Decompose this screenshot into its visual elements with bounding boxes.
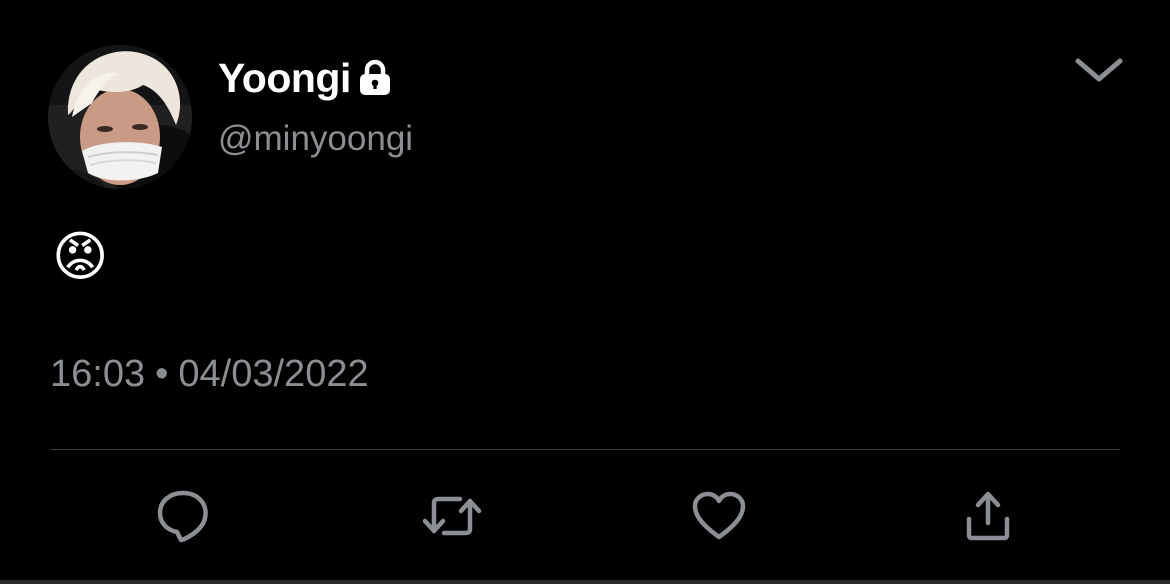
bottom-edge xyxy=(0,580,1170,584)
tweet-text: 😡 xyxy=(52,227,109,287)
author-name-row: Yoongi xyxy=(218,52,413,104)
share-button[interactable] xyxy=(956,484,1020,548)
retweet-button[interactable] xyxy=(420,484,484,548)
display-name[interactable]: Yoongi xyxy=(218,52,351,104)
reply-button[interactable] xyxy=(151,484,215,548)
tweet-time: 16:03 xyxy=(50,353,146,395)
avatar[interactable] xyxy=(48,45,192,189)
lock-icon xyxy=(357,58,393,98)
share-icon xyxy=(966,491,1010,541)
divider xyxy=(50,449,1120,450)
more-options-button[interactable] xyxy=(1070,50,1128,90)
chevron-down-icon xyxy=(1075,58,1123,82)
handle[interactable]: @minyoongi xyxy=(218,117,413,161)
heart-icon xyxy=(692,491,746,540)
avatar-photo xyxy=(48,45,192,189)
retweet-icon xyxy=(422,496,482,536)
tweet-author: Yoongi @minyoongi xyxy=(218,52,413,161)
reply-bubble-icon xyxy=(157,490,208,543)
tweet-detail: Yoongi @minyoongi 😡 16:03 • 04/03/2022 xyxy=(0,0,1170,584)
tweet-date: 04/03/2022 xyxy=(178,353,369,395)
tweet-timestamp: 16:03 • 04/03/2022 xyxy=(50,351,369,397)
like-button[interactable] xyxy=(687,484,751,548)
action-bar xyxy=(0,484,1170,548)
timestamp-separator: • xyxy=(155,353,169,395)
